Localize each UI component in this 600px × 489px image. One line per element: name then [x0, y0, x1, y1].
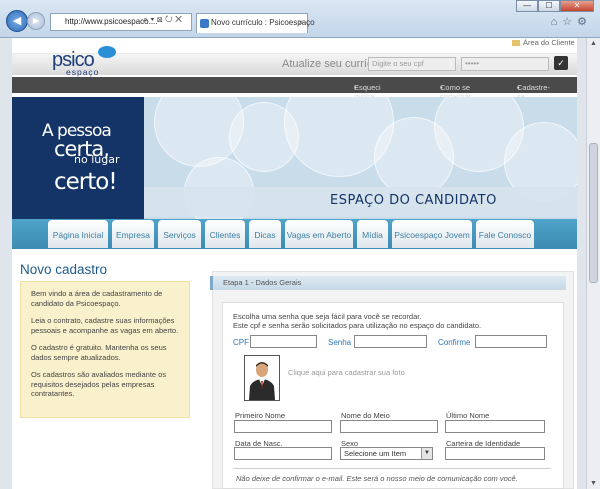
logo-espaco: espaço [66, 67, 100, 77]
info-paragraph: Os cadastros são avaliados mediante os r… [31, 370, 167, 398]
maximize-button[interactable]: ☐ [538, 0, 560, 12]
info-paragraph: O cadastro é gratuito. Mantenha os seus … [31, 343, 167, 362]
scroll-up-icon[interactable]: ▲ [590, 40, 597, 47]
nav-dicas[interactable]: Dicas [249, 220, 281, 248]
nav-pagina-inicial[interactable]: Página Inicial [48, 220, 108, 248]
nav-psicoespaco-jovem[interactable]: Psicoespaço Jovem [392, 220, 472, 248]
banner-title: ESPAÇO DO CANDIDATO [330, 193, 497, 208]
toolbar-icons[interactable]: ⌂☆⚙ [551, 15, 592, 28]
info-box: Bem vindo a área de cadastramento de can… [20, 281, 190, 418]
info-paragraph: Leia o contrato, cadastre suas informaçõ… [31, 316, 179, 335]
browser-tab[interactable]: Novo currículo : Psicoespaço × [196, 13, 315, 33]
scroll-down-icon[interactable]: ▼ [590, 480, 597, 487]
scrollbar-thumb[interactable] [589, 143, 598, 283]
folder-icon [512, 40, 520, 47]
psicoespaco-logo[interactable]: psico espaço [52, 46, 132, 77]
forward-button[interactable]: ▶ [27, 12, 45, 30]
back-button[interactable]: ◀ [6, 10, 28, 32]
cpf-login-input[interactable]: Digite o seu cpf [368, 57, 456, 71]
forward-arrow-icon: ▶ [32, 16, 40, 25]
slogan-box: A pessoa certa, no lugar certo! [12, 97, 144, 219]
hero-banner: A pessoa certa, no lugar certo! ESPAÇO D… [12, 97, 577, 219]
area-cliente-label: Área do Cliente [523, 38, 575, 47]
window-controls: — ☐ ✕ [516, 0, 594, 12]
slogan-line-3: no lugar [74, 153, 120, 166]
nav-vagas-em-aberto[interactable]: Vagas em Aberto [285, 220, 353, 248]
browser-chrome: — ☐ ✕ ◀ ▶ http://www.psicoespaco.... ⌕ ▾… [0, 0, 600, 38]
nav-servicos[interactable]: Serviços [158, 220, 201, 248]
password-login-input[interactable]: ••••• [461, 57, 549, 71]
address-tools[interactable]: ⌕ ▾ ⊠ ↻ ✕ [143, 14, 182, 25]
back-arrow-icon: ◀ [12, 15, 22, 27]
page-title: Novo cadastro [20, 262, 108, 277]
check-icon: ✓ [557, 58, 565, 68]
minimize-button[interactable]: — [516, 0, 538, 12]
page-viewport: Área do Cliente Atualize seu currículo D… [0, 38, 586, 489]
info-paragraph: Bem vindo a área de cadastramento de can… [31, 289, 163, 308]
tab-close-icon[interactable]: × [298, 14, 303, 32]
nav-midia[interactable]: Mídia [357, 220, 388, 248]
slogan-line-4: certo! [54, 169, 118, 195]
nav-empresa[interactable]: Empresa [112, 220, 154, 248]
banner-title-band: ESPAÇO DO CANDIDATO [144, 187, 577, 217]
speech-bubble-icon [98, 46, 116, 58]
main-nav: Página Inicial Empresa Serviços Clientes… [12, 219, 577, 249]
area-cliente-link[interactable]: Área do Cliente [512, 38, 575, 47]
site-favicon-icon [200, 19, 209, 28]
form-wrapper [212, 271, 574, 489]
site-container: Área do Cliente Atualize seu currículo D… [12, 38, 577, 489]
vertical-scrollbar[interactable]: ▲ ▼ [586, 38, 600, 489]
login-submit-button[interactable]: ✓ [554, 56, 568, 70]
nav-fale-conosco[interactable]: Fale Conosco [476, 220, 534, 248]
quick-links-bar: • Esqueci minha senha • Como se cadastra… [12, 77, 577, 110]
close-window-button[interactable]: ✕ [560, 0, 594, 12]
nav-clientes[interactable]: Clientes [205, 220, 245, 248]
